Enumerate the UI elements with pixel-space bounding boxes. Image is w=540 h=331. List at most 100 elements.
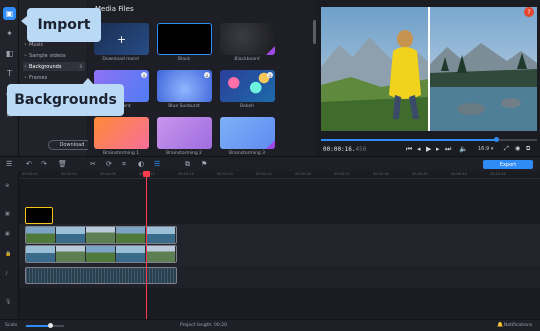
ruler-tick-label: 00:00:36 bbox=[373, 172, 389, 176]
tile-label: Download more! bbox=[102, 57, 140, 62]
import-icon[interactable]: ▣ bbox=[3, 7, 16, 20]
project-length-value: 00:20 bbox=[214, 323, 227, 328]
ruler-tick-label: 00:00:28 bbox=[295, 172, 311, 176]
ruler-tick-label: 00:00:40 bbox=[412, 172, 428, 176]
timeline: ⊕ ▣ ▣ 🔒 ♪ 🎙 00:00:00 00:00:04 00:00:08 00:0… bbox=[0, 171, 540, 321]
ruler-tick-label: 00:00:20 bbox=[217, 172, 233, 176]
tile-label: Blue Sunburst bbox=[168, 104, 200, 109]
mic-icon[interactable]: 🎙 bbox=[5, 299, 11, 305]
rotate-icon[interactable]: ⟳ bbox=[106, 160, 112, 168]
step-back-icon[interactable]: ◂ bbox=[417, 145, 421, 153]
tile-label: Bokeh bbox=[240, 104, 254, 109]
status-bar: Scale Project length: 00:20 🔔 Notificati… bbox=[0, 319, 540, 331]
overlay-track-icon[interactable]: ▣ bbox=[5, 211, 10, 217]
black-background-clip[interactable] bbox=[25, 207, 53, 224]
media-files-panel: Media Files + Download more! Black Black… bbox=[88, 0, 316, 160]
scale-label: Scale bbox=[5, 323, 18, 328]
color-adjust-icon[interactable]: ◐ bbox=[138, 160, 144, 168]
media-scrollbar[interactable] bbox=[313, 20, 316, 44]
download-icon[interactable]: ↓ bbox=[267, 72, 273, 78]
volume-icon[interactable]: 🔈 bbox=[459, 145, 468, 153]
scrub-fill bbox=[321, 139, 496, 141]
zoom-knob[interactable] bbox=[47, 323, 53, 328]
aspect-ratio-select[interactable]: 16:9 ▾ bbox=[478, 146, 493, 152]
video-preview[interactable] bbox=[321, 7, 537, 131]
download-more-tile[interactable]: + bbox=[94, 23, 149, 55]
video-track-icon[interactable]: ▣ bbox=[5, 231, 10, 237]
download-icon[interactable]: ↓ bbox=[204, 72, 210, 78]
plus-icon: + bbox=[116, 32, 127, 46]
ruler-tick-label: 00:00:00 bbox=[22, 172, 38, 176]
undo-icon[interactable]: ↶ bbox=[26, 160, 32, 168]
import-callout: Import bbox=[21, 8, 101, 42]
delete-icon[interactable]: 🗑 bbox=[58, 160, 67, 168]
ruler-tick-label: 00:00:24 bbox=[256, 172, 272, 176]
blue-sunburst-tile[interactable]: ↓ bbox=[157, 70, 212, 102]
category-sample-videos[interactable]: Sample videos bbox=[23, 51, 85, 60]
zoom-slider[interactable] bbox=[26, 323, 64, 328]
play-icon[interactable]: ▶ bbox=[426, 145, 431, 153]
marker-icon[interactable]: ⚑ bbox=[201, 160, 207, 168]
preview-scrubber[interactable] bbox=[321, 137, 537, 142]
add-track-icon[interactable]: ⊕ bbox=[5, 183, 9, 189]
video-clip[interactable] bbox=[25, 226, 177, 244]
category-count: 8 bbox=[79, 64, 82, 69]
blackboard-tile[interactable] bbox=[220, 23, 275, 55]
ruler-tick-label: 00:00:44 bbox=[451, 172, 467, 176]
step-forward-icon[interactable]: ▸ bbox=[436, 145, 440, 153]
tile-label: Blackboard bbox=[234, 57, 260, 62]
fullscreen-icon[interactable]: ⤢ bbox=[504, 145, 509, 153]
redo-icon[interactable]: ↷ bbox=[41, 160, 47, 168]
scrub-knob[interactable] bbox=[493, 137, 499, 142]
premium-badge-icon bbox=[266, 140, 275, 149]
notifications-link[interactable]: Notifications bbox=[504, 323, 532, 328]
category-frames[interactable]: Frames bbox=[23, 73, 85, 82]
brainstorming-2-tile[interactable] bbox=[157, 117, 212, 149]
track-settings-icon[interactable]: ☰ bbox=[6, 160, 12, 168]
bell-icon[interactable]: 🔔 bbox=[497, 322, 503, 328]
black-tile[interactable] bbox=[157, 23, 212, 55]
timecode: 00:00:16.450 bbox=[323, 146, 367, 153]
skip-back-icon[interactable]: ⏮ bbox=[406, 145, 412, 154]
clip-properties-icon[interactable]: ☰ bbox=[154, 160, 160, 168]
ruler-tick-label: 00:00:32 bbox=[334, 172, 350, 176]
transitions-icon[interactable]: ◧ bbox=[3, 47, 16, 60]
ruler-tick-label: 00:00:08 bbox=[100, 172, 116, 176]
brainstorming-1-tile[interactable] bbox=[94, 117, 149, 149]
ruler-tick-label: 00:00:48 bbox=[490, 172, 506, 176]
track-headers: ⊕ ▣ ▣ 🔒 ♪ 🎙 bbox=[0, 171, 19, 319]
tool-rail: ▣ ✦ ◧ T ◎ ⊞ bbox=[0, 0, 19, 160]
audio-clip[interactable] bbox=[25, 267, 177, 284]
video-clip[interactable] bbox=[25, 245, 177, 263]
expand-icon[interactable]: ⧉ bbox=[526, 145, 530, 153]
help-icon[interactable]: ? bbox=[524, 7, 534, 17]
bokeh-tile[interactable]: ↓ bbox=[220, 70, 275, 102]
zoom-fill bbox=[26, 325, 50, 327]
snapshot-icon[interactable]: ◉ bbox=[515, 145, 520, 152]
skip-forward-icon[interactable]: ⏭ bbox=[445, 145, 451, 154]
playhead[interactable] bbox=[143, 171, 150, 321]
ruler-tick-label: 00:00:04 bbox=[61, 172, 77, 176]
backgrounds-callout: Backgrounds bbox=[7, 78, 124, 116]
cut-icon[interactable]: ✂ bbox=[90, 160, 96, 168]
brainstorming-3-tile[interactable] bbox=[220, 117, 275, 149]
titles-icon[interactable]: T bbox=[3, 67, 16, 80]
video-editor-window: ▣ ✦ ◧ T ◎ ⊞ Music Sample videos Backgrou… bbox=[0, 0, 540, 331]
tile-label: Black bbox=[177, 57, 191, 62]
time-ruler[interactable]: 00:00:0000:00:0400:00:0800:00:1200:00:16… bbox=[19, 171, 540, 179]
preview-panel: ? 00:00:16.450 ⏮ ◂ ▶ ▸ ⏭ 🔈 16:9 ▾ ⤢ ◉ ⧉ bbox=[318, 0, 540, 160]
playhead-handle[interactable] bbox=[143, 171, 150, 177]
download-icon[interactable]: ↓ bbox=[141, 72, 147, 78]
timeline-toolbar: ☰ ↶ ↷ 🗑 ✂ ⟳ ⌗ ◐ ☰ ⧉ ⚑ Export bbox=[0, 156, 540, 171]
premium-badge-icon bbox=[266, 46, 275, 55]
project-length-label: Project length: bbox=[180, 323, 213, 328]
magic-wand-icon[interactable]: ✦ bbox=[3, 27, 16, 40]
split-screen-image bbox=[321, 7, 537, 131]
audio-track-icon[interactable]: ♪ bbox=[5, 271, 8, 277]
crop-icon[interactable]: ⌗ bbox=[122, 160, 126, 169]
overlay-icon[interactable]: ⧉ bbox=[185, 160, 190, 169]
category-backgrounds[interactable]: Backgrounds8 bbox=[23, 62, 85, 71]
lock-icon[interactable]: 🔒 bbox=[5, 251, 11, 257]
export-button[interactable]: Export bbox=[483, 160, 533, 169]
ruler-tick-label: 00:00:16 bbox=[178, 172, 194, 176]
